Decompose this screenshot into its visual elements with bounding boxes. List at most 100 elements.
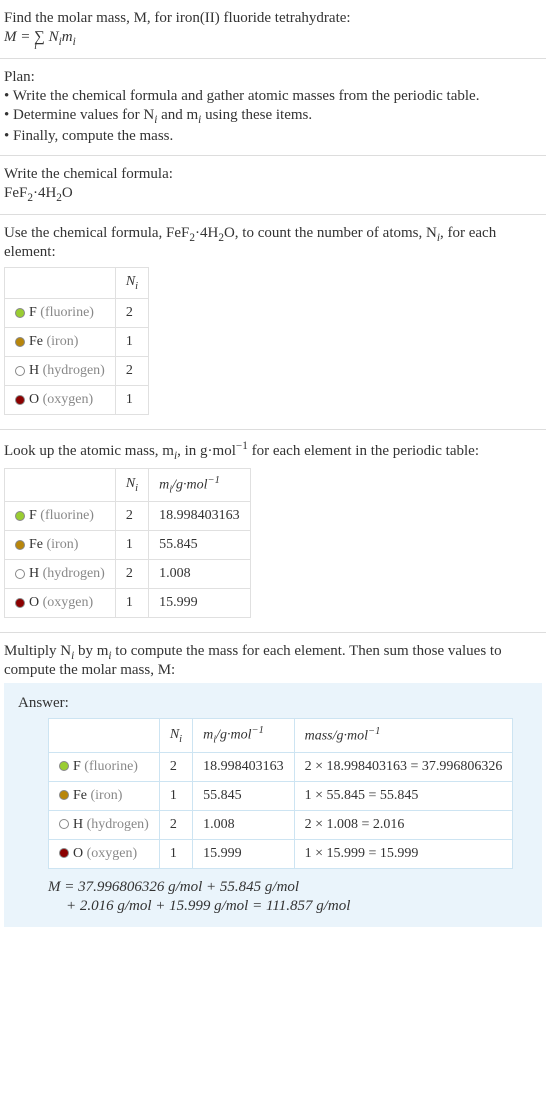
intro-section: Find the molar mass, M, for iron(II) flu… xyxy=(0,0,546,59)
lookup-la: Look up the atomic mass, m xyxy=(4,443,174,459)
answer-header-mi: mi/g·mol−1 xyxy=(193,719,295,752)
intro-equation: M = ∑i Nimi xyxy=(4,29,542,48)
mi-cell: 1.008 xyxy=(149,560,251,589)
plan-bullet-1: • Write the chemical formula and gather … xyxy=(4,88,542,105)
element-dot-icon xyxy=(15,308,25,318)
ni-cell: 1 xyxy=(115,589,148,618)
element-dot-icon xyxy=(59,761,69,771)
ni-cell: 1 xyxy=(115,531,148,560)
count-lb: ·4H xyxy=(195,225,218,241)
eq-mi-sub: i xyxy=(73,36,76,48)
answer-header-mi-text: m xyxy=(203,728,213,743)
element-symbol: Fe xyxy=(29,334,43,349)
plan-b2a: • Determine values for N xyxy=(4,107,154,123)
table-row: Fe (iron)155.8451 × 55.845 = 55.845 xyxy=(49,781,513,810)
table-row: H (hydrogen)2 xyxy=(5,356,149,385)
element-symbol: Fe xyxy=(29,537,43,552)
element-symbol: O xyxy=(29,392,39,407)
formula-value: FeF2·4H2O xyxy=(4,185,542,204)
lookup-header-ni-sub: i xyxy=(135,483,138,494)
element-symbol: F xyxy=(29,305,37,320)
count-header-ni-sub: i xyxy=(135,281,138,292)
element-cell: H (hydrogen) xyxy=(5,560,116,589)
element-symbol: F xyxy=(73,759,81,774)
table-row: O (oxygen)115.9991 × 15.999 = 15.999 xyxy=(49,839,513,868)
lookup-header-ni-text: N xyxy=(126,476,135,491)
answer-header-unit-sup: −1 xyxy=(252,725,264,736)
count-header-ni: Ni xyxy=(115,268,148,299)
mi-cell: 18.998403163 xyxy=(193,752,295,781)
table-row: F (fluorine)218.9984031632 × 18.99840316… xyxy=(49,752,513,781)
count-line: Use the chemical formula, FeF2·4H2O, to … xyxy=(4,225,542,261)
multiply-section: Multiply Ni by mi to compute the mass fo… xyxy=(0,633,546,934)
table-row: F (fluorine)2 xyxy=(5,298,149,327)
formula-section: Write the chemical formula: FeF2·4H2O xyxy=(0,156,546,215)
answer-label: Answer: xyxy=(18,695,528,712)
eq-rhs: N xyxy=(45,29,59,45)
element-name: (iron) xyxy=(47,537,79,552)
answer-header-mass-sup: −1 xyxy=(368,726,380,737)
answer-box: Answer: Ni mi/g·mol−1 mass/g·mol−1 F (fl… xyxy=(4,683,542,926)
ni-cell: 2 xyxy=(115,298,148,327)
table-row: H (hydrogen)21.008 xyxy=(5,560,251,589)
lookup-table: Ni mi/g·mol−1 F (fluorine)218.998403163 … xyxy=(4,468,251,618)
element-name: (oxygen) xyxy=(43,392,94,407)
table-row: O (oxygen)115.999 xyxy=(5,589,251,618)
formula-p5: O xyxy=(62,185,73,201)
intro-line: Find the molar mass, M, for iron(II) flu… xyxy=(4,10,542,27)
ni-cell: 2 xyxy=(115,502,148,531)
mass-cell: 1 × 55.845 = 55.845 xyxy=(294,781,513,810)
element-symbol: H xyxy=(73,817,83,832)
lookup-header-mi: mi/g·mol−1 xyxy=(149,468,251,501)
table-header-row: Ni xyxy=(5,268,149,299)
lookup-header-unit-sup: −1 xyxy=(208,475,220,486)
lookup-header-mi-text: m xyxy=(159,477,169,492)
count-table: Ni F (fluorine)2 Fe (iron)1 H (hydrogen)… xyxy=(4,267,149,415)
element-cell: O (oxygen) xyxy=(5,589,116,618)
eq-rhs2: m xyxy=(62,29,73,45)
plan-b2b: and m xyxy=(157,107,198,123)
table-header-row: Ni mi/g·mol−1 xyxy=(5,468,251,501)
ni-cell: 1 xyxy=(115,385,148,414)
plan-title: Plan: xyxy=(4,69,542,86)
lookup-lb: , in g·mol xyxy=(177,443,236,459)
element-symbol: F xyxy=(29,508,37,523)
plan-b2c: using these items. xyxy=(201,107,312,123)
formula-p1: FeF xyxy=(4,185,27,201)
element-cell: F (fluorine) xyxy=(5,298,116,327)
multiply-lb: by m xyxy=(74,643,108,659)
count-section: Use the chemical formula, FeF2·4H2O, to … xyxy=(0,215,546,430)
element-cell: O (oxygen) xyxy=(5,385,116,414)
element-name: (fluorine) xyxy=(40,508,94,523)
element-name: (fluorine) xyxy=(40,305,94,320)
mass-cell: 2 × 18.998403163 = 37.996806326 xyxy=(294,752,513,781)
element-dot-icon xyxy=(15,366,25,376)
answer-final-line1: M = 37.996806326 g/mol + 55.845 g/mol xyxy=(48,879,528,896)
element-cell: Fe (iron) xyxy=(49,781,160,810)
element-dot-icon xyxy=(15,395,25,405)
element-dot-icon xyxy=(15,569,25,579)
answer-table: Ni mi/g·mol−1 mass/g·mol−1 F (fluorine)2… xyxy=(48,718,513,868)
ni-cell: 2 xyxy=(115,356,148,385)
count-header-ni-text: N xyxy=(126,274,135,289)
lookup-header-ni: Ni xyxy=(115,468,148,501)
count-lc: O, to count the number of atoms, N xyxy=(224,225,437,241)
table-row: F (fluorine)218.998403163 xyxy=(5,502,251,531)
element-symbol: O xyxy=(73,846,83,861)
lookup-header-empty xyxy=(5,468,116,501)
mi-cell: 55.845 xyxy=(149,531,251,560)
element-symbol: H xyxy=(29,363,39,378)
element-dot-icon xyxy=(15,511,25,521)
element-name: (iron) xyxy=(47,334,79,349)
element-name: (iron) xyxy=(91,788,123,803)
answer-header-mass: mass/g·mol−1 xyxy=(294,719,513,752)
ni-cell: 2 xyxy=(159,810,192,839)
element-dot-icon xyxy=(15,337,25,347)
element-symbol: O xyxy=(29,595,39,610)
element-name: (fluorine) xyxy=(84,759,138,774)
element-cell: H (hydrogen) xyxy=(5,356,116,385)
mi-cell: 55.845 xyxy=(193,781,295,810)
answer-header-mass-text: mass/g·mol xyxy=(305,729,368,744)
plan-bullet-2: • Determine values for Ni and mi using t… xyxy=(4,107,542,126)
answer-final-line2: + 2.016 g/mol + 15.999 g/mol = 111.857 g… xyxy=(48,898,528,915)
